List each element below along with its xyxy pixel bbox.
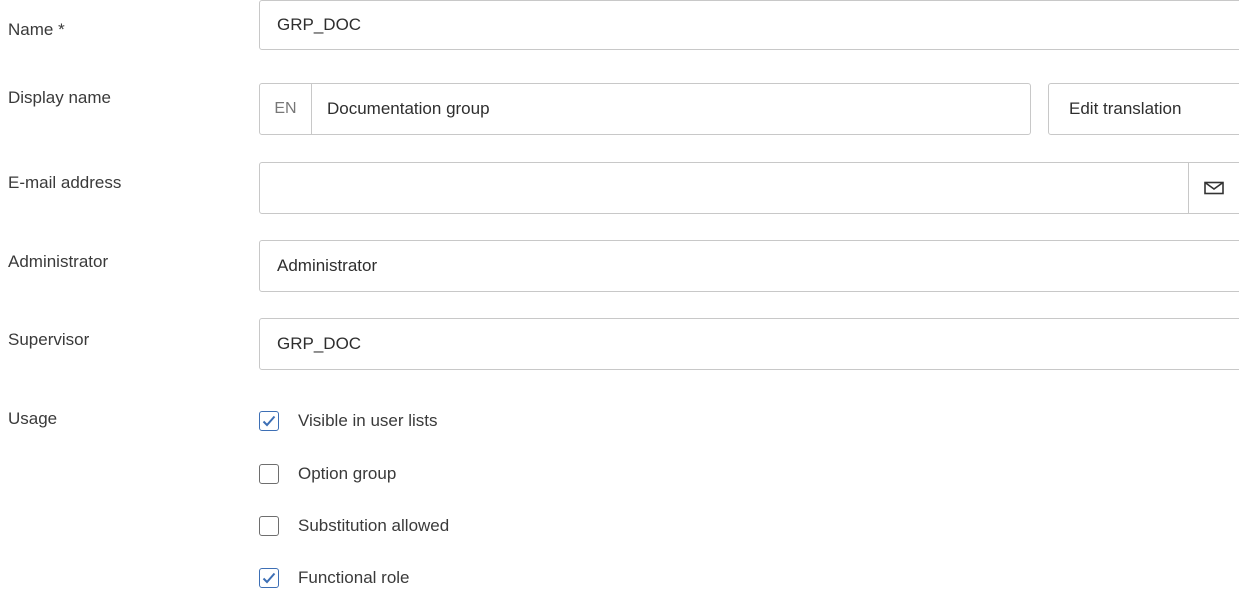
- usage-label: Usage: [8, 409, 58, 428]
- language-tag: EN: [260, 84, 312, 134]
- name-field[interactable]: GRP_DOC: [259, 0, 1239, 50]
- email-label: E-mail address: [8, 173, 122, 192]
- checkbox-row-option-group[interactable]: Option group: [259, 461, 396, 487]
- edit-translation-button[interactable]: Edit translation: [1048, 83, 1239, 135]
- substitution-allowed-label: Substitution allowed: [298, 516, 450, 535]
- display-name-field[interactable]: EN Documentation group: [259, 83, 1031, 135]
- name-label: Name *: [8, 20, 65, 39]
- email-input[interactable]: [260, 163, 1188, 213]
- checkmark-icon: [262, 415, 276, 427]
- visible-in-user-lists-checkbox[interactable]: [259, 411, 279, 431]
- administrator-value: Administrator: [277, 256, 378, 275]
- email-field[interactable]: [259, 162, 1239, 214]
- display-name-value: Documentation group: [327, 99, 490, 118]
- option-group-label: Option group: [298, 464, 397, 483]
- checkbox-row-functional-role[interactable]: Functional role: [259, 565, 410, 590]
- administrator-label: Administrator: [8, 252, 109, 271]
- group-properties-form: Name * GRP_DOC Display name EN Documenta…: [0, 0, 1239, 590]
- option-group-checkbox[interactable]: [259, 464, 279, 484]
- send-email-button[interactable]: [1188, 163, 1239, 213]
- supervisor-field[interactable]: GRP_DOC: [259, 318, 1239, 370]
- visible-in-user-lists-label: Visible in user lists: [298, 411, 438, 430]
- supervisor-label: Supervisor: [8, 330, 90, 349]
- administrator-field[interactable]: Administrator: [259, 240, 1239, 292]
- checkbox-row-visible-in-user-lists[interactable]: Visible in user lists: [259, 408, 438, 434]
- substitution-allowed-checkbox[interactable]: [259, 516, 279, 536]
- display-name-label: Display name: [8, 88, 111, 107]
- name-value: GRP_DOC: [277, 15, 362, 34]
- checkbox-row-substitution-allowed[interactable]: Substitution allowed: [259, 513, 449, 539]
- functional-role-label: Functional role: [298, 568, 410, 587]
- checkmark-icon: [262, 572, 276, 584]
- supervisor-value: GRP_DOC: [277, 334, 362, 353]
- envelope-icon: [1204, 181, 1224, 195]
- functional-role-checkbox[interactable]: [259, 568, 279, 588]
